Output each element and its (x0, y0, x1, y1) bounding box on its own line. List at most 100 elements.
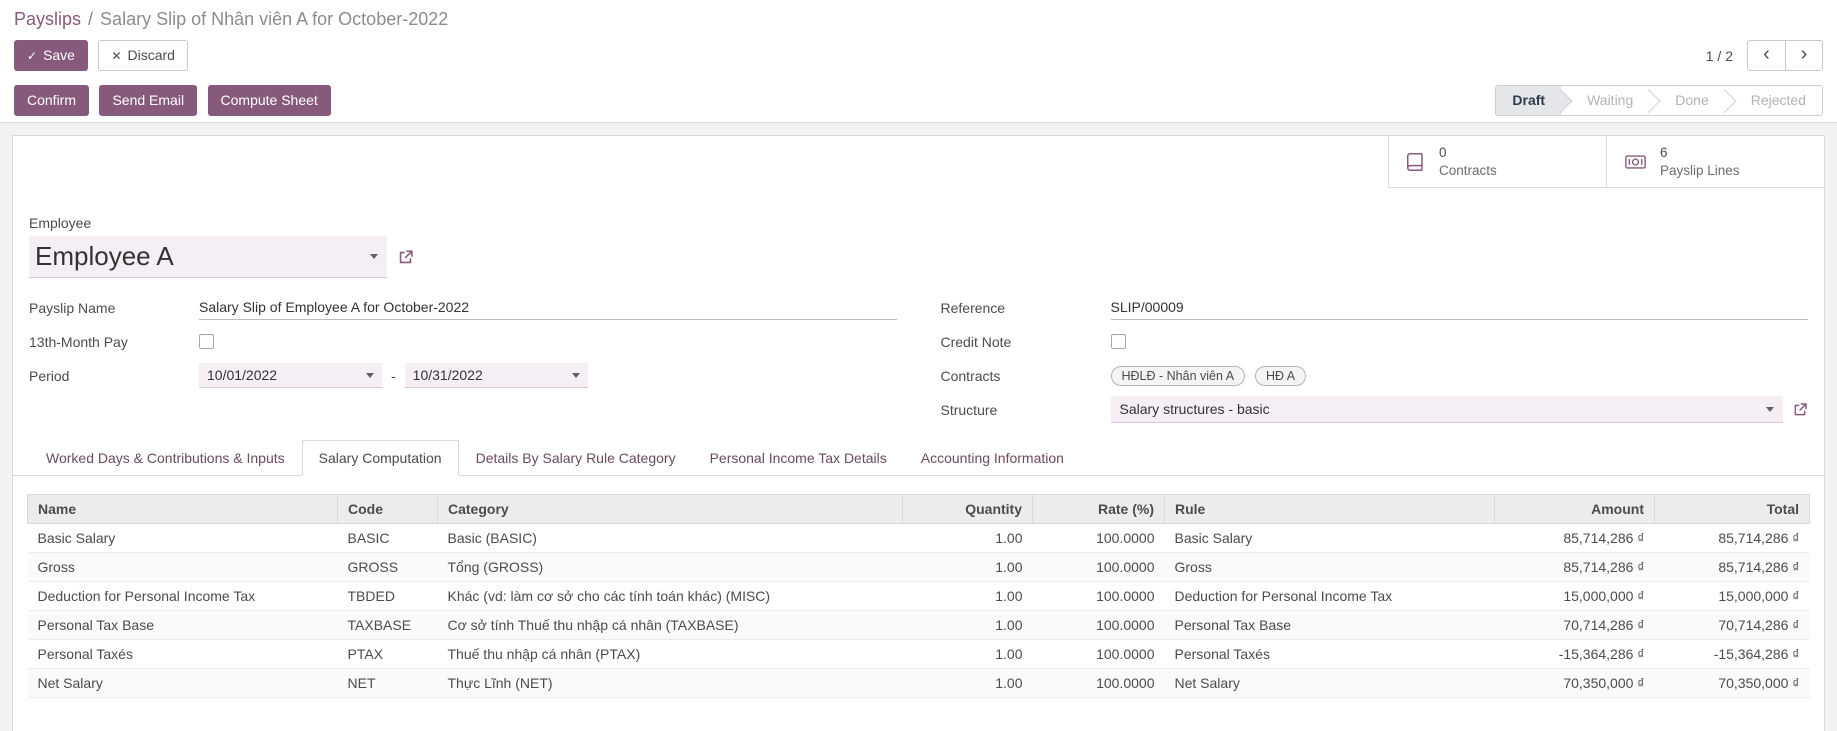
cell-rate[interactable]: 100.0000 (1032, 552, 1165, 582)
cell-amount[interactable]: 85,714,286 ₫ (1494, 523, 1655, 553)
cell-name[interactable]: Basic Salary (27, 523, 338, 553)
cell-rule[interactable]: Gross (1164, 552, 1495, 582)
cell-code[interactable]: TAXBASE (337, 610, 438, 640)
thirteenth-month-checkbox[interactable] (199, 334, 214, 349)
save-button[interactable]: ✓ Save (14, 40, 88, 71)
period-separator: - (391, 367, 396, 384)
cell-quantity[interactable]: 1.00 (902, 581, 1033, 611)
period-to-input[interactable]: 10/31/2022 (404, 363, 588, 388)
cell-code[interactable]: NET (337, 668, 438, 698)
cell-category[interactable]: Basic (BASIC) (437, 523, 903, 553)
cell-code[interactable]: TBDED (337, 581, 438, 611)
table-row[interactable]: Basic Salary BASIC Basic (BASIC) 1.00 100.00… (27, 523, 1810, 553)
credit-note-field: Credit Note (941, 328, 1809, 355)
stat-button-contracts[interactable]: 0 Contracts (1388, 136, 1606, 188)
cell-total[interactable]: 70,350,000 ₫ (1654, 668, 1810, 698)
contract-tag[interactable]: HĐLĐ - Nhân viên A (1110, 365, 1246, 386)
cell-name[interactable]: Gross (27, 552, 338, 582)
cell-total[interactable]: 70,714,286 ₫ (1654, 610, 1810, 640)
cell-name[interactable]: Personal Taxés (27, 639, 338, 669)
cell-rate[interactable]: 100.0000 (1032, 610, 1165, 640)
column-header-total[interactable]: Total (1654, 494, 1810, 524)
cell-code[interactable]: BASIC (337, 523, 438, 553)
cell-code[interactable]: GROSS (337, 552, 438, 582)
tab-worked-days-contributions-inputs[interactable]: Worked Days & Contributions & Inputs (29, 440, 302, 476)
cell-total[interactable]: -15,364,286 ₫ (1654, 639, 1810, 669)
pager-next-button[interactable]: › (1785, 40, 1823, 71)
cell-name[interactable]: Net Salary (27, 668, 338, 698)
period-from-input[interactable]: 10/01/2022 (199, 363, 382, 388)
cell-total[interactable]: 85,714,286 ₫ (1654, 552, 1810, 582)
cell-total[interactable]: 15,000,000 ₫ (1654, 581, 1810, 611)
structure-label: Structure (940, 401, 998, 418)
tab-personal-income-tax-details[interactable]: Personal Income Tax Details (693, 440, 904, 476)
employee-input[interactable]: Employee A (29, 236, 387, 278)
confirm-button[interactable]: Confirm (14, 85, 90, 116)
cell-category[interactable]: Cơ sở tính Thuế thu nhập cá nhân (TAXBAS… (437, 610, 903, 640)
structure-external-link-button[interactable] (1792, 402, 1808, 418)
credit-note-checkbox[interactable] (1110, 334, 1126, 349)
table-row[interactable]: Deduction for Personal Income Tax TBDED Kh… (27, 581, 1810, 611)
column-header-code[interactable]: Code (337, 494, 438, 524)
pager-previous-button[interactable]: ‹ (1747, 40, 1785, 71)
cell-total[interactable]: 85,714,286 ₫ (1654, 523, 1810, 553)
compute-sheet-button[interactable]: Compute Sheet (207, 85, 331, 116)
cell-category[interactable]: Thực Lĩnh (NET) (437, 668, 903, 698)
cell-rule[interactable]: Net Salary (1164, 668, 1495, 698)
cell-name[interactable]: Deduction for Personal Income Tax (27, 581, 338, 611)
cell-category[interactable]: Khác (vd: làm cơ sở cho các tính toán kh… (437, 581, 903, 611)
breadcrumb-payslips-link[interactable]: Payslips (14, 9, 81, 29)
cell-amount[interactable]: 15,000,000 ₫ (1494, 581, 1655, 611)
stat-button-payslip-lines[interactable]: 6 Payslip Lines (1606, 136, 1824, 188)
tab-details-by-salary-rule-category[interactable]: Details By Salary Rule Category (459, 440, 693, 476)
column-header-rate[interactable]: Rate (%) (1032, 494, 1165, 524)
status-step-waiting[interactable]: Waiting (1561, 86, 1650, 115)
cell-rule[interactable]: Deduction for Personal Income Tax (1164, 581, 1495, 611)
cell-rate[interactable]: 100.0000 (1032, 668, 1165, 698)
payslip-name-input[interactable]: Salary Slip of Employee A for October-20… (199, 296, 897, 320)
cell-quantity[interactable]: 1.00 (902, 639, 1033, 669)
fields-grid: Payslip Name Salary Slip of Employee A f… (13, 278, 1824, 430)
cell-code[interactable]: PTAX (337, 639, 438, 669)
cell-name[interactable]: Personal Tax Base (27, 610, 338, 640)
tab-accounting-information[interactable]: Accounting Information (904, 440, 1081, 476)
chevron-down-icon (366, 372, 374, 378)
cell-quantity[interactable]: 1.00 (902, 610, 1033, 640)
cell-category[interactable]: Thuế thu nhập cá nhân (PTAX) (437, 639, 903, 669)
tab-salary-computation[interactable]: Salary Computation (301, 440, 459, 476)
cell-quantity[interactable]: 1.00 (902, 523, 1033, 553)
cell-amount[interactable]: 70,714,286 ₫ (1494, 610, 1655, 640)
cell-amount[interactable]: -15,364,286 ₫ (1494, 639, 1655, 669)
cell-rule[interactable]: Basic Salary (1164, 523, 1495, 553)
cell-rate[interactable]: 100.0000 (1032, 523, 1165, 553)
statusbar: Draft Waiting Done Rejected (1495, 85, 1823, 116)
cell-rate[interactable]: 100.0000 (1032, 581, 1165, 611)
column-header-name[interactable]: Name (27, 494, 338, 524)
table-row[interactable]: Personal Taxés PTAX Thuế thu nhập cá nhân … (27, 639, 1810, 669)
column-header-category[interactable]: Category (437, 494, 903, 524)
cell-amount[interactable]: 85,714,286 ₫ (1494, 552, 1655, 582)
structure-input[interactable]: Salary structures - basic (1110, 396, 1783, 423)
reference-input[interactable]: SLIP/00009 (1110, 296, 1808, 320)
cell-amount[interactable]: 70,350,000 ₫ (1494, 668, 1655, 698)
column-header-rule[interactable]: Rule (1164, 494, 1495, 524)
send-email-button[interactable]: Send Email (99, 85, 198, 116)
cell-rule[interactable]: Personal Tax Base (1164, 610, 1495, 640)
status-step-draft[interactable]: Draft (1496, 86, 1562, 115)
cell-quantity[interactable]: 1.00 (902, 552, 1033, 582)
cell-quantity[interactable]: 1.00 (902, 668, 1033, 698)
discard-button[interactable]: ✕ Discard (98, 40, 188, 71)
contract-tag[interactable]: HĐ A (1254, 365, 1307, 386)
cell-rule[interactable]: Personal Taxés (1164, 639, 1495, 669)
employee-value: Employee A (35, 241, 174, 271)
status-step-rejected[interactable]: Rejected (1724, 86, 1822, 115)
column-header-quantity[interactable]: Quantity (902, 494, 1033, 524)
period-label: Period (29, 367, 70, 384)
employee-external-link-button[interactable] (397, 249, 414, 266)
column-header-amount[interactable]: Amount (1494, 494, 1655, 524)
table-row[interactable]: Net Salary NET Thực Lĩnh (NET) 1.00 100.0000… (27, 668, 1810, 698)
table-row[interactable]: Personal Tax Base TAXBASE Cơ sở tính Thuế … (27, 610, 1810, 640)
table-row[interactable]: Gross GROSS Tổng (GROSS) 1.00 100.0000 Gross 8… (27, 552, 1810, 582)
cell-category[interactable]: Tổng (GROSS) (437, 552, 903, 582)
cell-rate[interactable]: 100.0000 (1032, 639, 1165, 669)
